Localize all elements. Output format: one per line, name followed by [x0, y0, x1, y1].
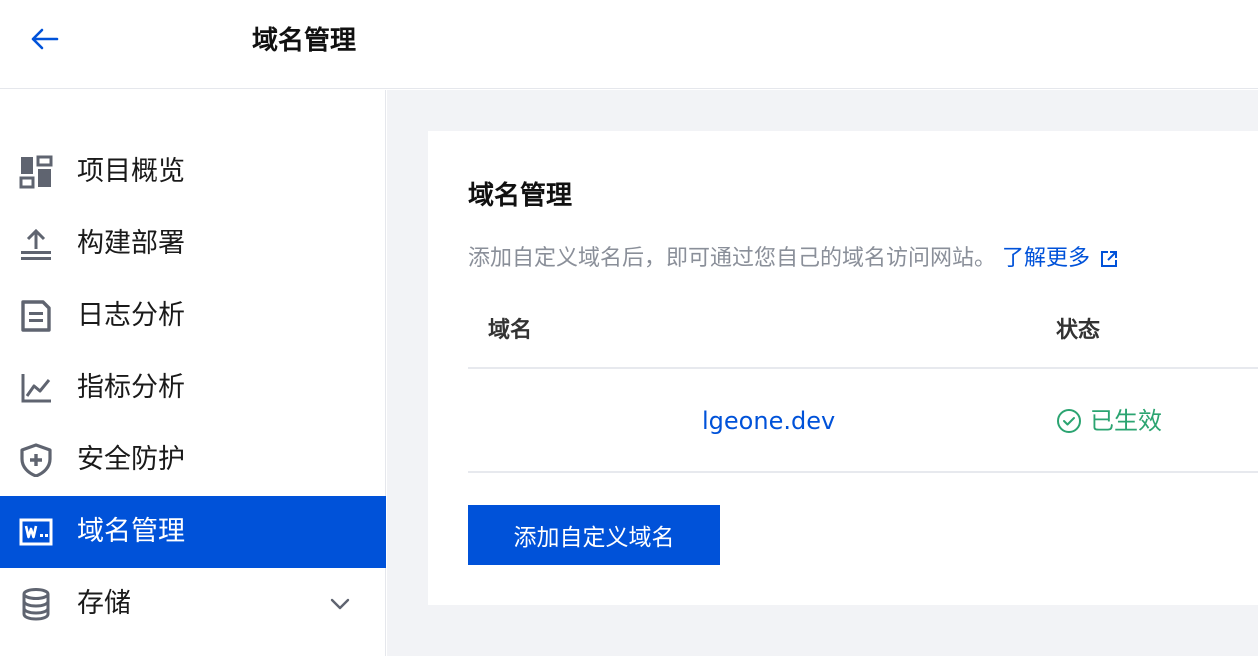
sidebar-item-label: 构建部署	[77, 228, 185, 259]
upload-icon	[18, 226, 54, 262]
sidebar-item-storage[interactable]: 存储	[0, 568, 386, 640]
sidebar-item-label: 存储	[77, 588, 131, 619]
database-icon	[18, 586, 54, 622]
sidebar-item-label: 安全防护	[77, 444, 185, 475]
header-bar: 域名管理	[0, 0, 1258, 89]
domain-link[interactable]: lgeone.dev	[702, 405, 835, 437]
column-header-domain: 域名	[488, 318, 533, 343]
sidebar-item-security[interactable]: 安全防护	[0, 424, 386, 496]
chevron-down-icon[interactable]	[326, 590, 354, 618]
dashboard-icon	[18, 154, 54, 190]
description-text: 添加自定义域名后，即可通过您自己的域名访问网站。	[468, 246, 997, 271]
sidebar-item-label: 项目概览	[77, 156, 185, 187]
sidebar-item-overview[interactable]: 项目概览	[0, 136, 386, 208]
table-header: 域名 状态	[468, 307, 1258, 369]
status-text: 已生效	[1090, 407, 1162, 435]
sidebar-item-domains[interactable]: 域名管理	[0, 496, 386, 568]
learn-more-link[interactable]: 了解更多	[1002, 246, 1090, 271]
back-button[interactable]	[26, 22, 62, 56]
main-content: 域名管理 添加自定义域名后，即可通过您自己的域名访问网站。 了解更多 域名 状态 …	[387, 90, 1258, 656]
document-icon	[18, 298, 54, 334]
column-header-status: 状态	[1056, 318, 1101, 343]
card-title: 域名管理	[468, 181, 573, 211]
add-custom-domain-button[interactable]: 添加自定义域名	[468, 505, 720, 565]
domain-card: 域名管理 添加自定义域名后，即可通过您自己的域名访问网站。 了解更多 域名 状态 …	[428, 131, 1258, 605]
check-circle-icon	[1057, 409, 1081, 433]
sidebar: 项目概览 构建部署 日志分析 指标分析 安全防护 域名管理 存储	[0, 90, 386, 656]
sidebar-item-deploy[interactable]: 构建部署	[0, 208, 386, 280]
external-link-icon[interactable]	[1100, 246, 1118, 278]
www-icon	[18, 514, 54, 550]
sidebar-item-label: 日志分析	[77, 300, 185, 331]
table-row: lgeone.dev 已生效	[468, 369, 1258, 473]
line-chart-icon	[18, 370, 54, 406]
sidebar-item-logs[interactable]: 日志分析	[0, 280, 386, 352]
sidebar-item-label: 域名管理	[77, 516, 185, 547]
page-title: 域名管理	[252, 26, 357, 56]
arrow-left-icon	[31, 28, 59, 50]
shield-icon	[18, 442, 54, 478]
sidebar-item-label: 指标分析	[77, 372, 185, 403]
description: 添加自定义域名后，即可通过您自己的域名访问网站。 了解更多	[468, 243, 1118, 278]
sidebar-item-metrics[interactable]: 指标分析	[0, 352, 386, 424]
status-badge: 已生效	[1056, 405, 1162, 437]
